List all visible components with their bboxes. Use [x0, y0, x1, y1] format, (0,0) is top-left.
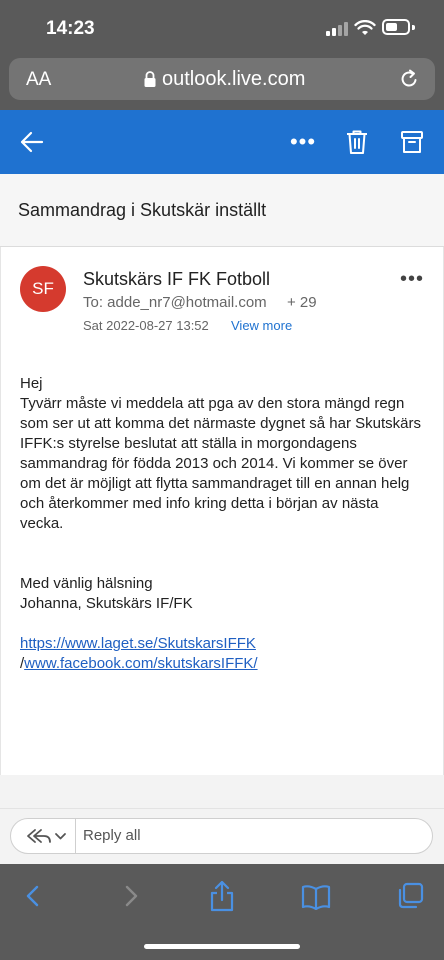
email-subject: Sammandrag i Skutskär inställt	[18, 200, 267, 220]
reply-all-label[interactable]: Reply all	[83, 827, 141, 844]
email-body: Hej Tyvärr måste vi meddela att pga av d…	[20, 374, 425, 674]
laget-link[interactable]: https://www.laget.se/SkutskarsIFFK	[20, 635, 256, 652]
browser-forward-icon[interactable]	[118, 884, 142, 908]
sender-avatar[interactable]: SF	[20, 266, 66, 312]
bookmarks-icon[interactable]	[301, 884, 331, 910]
reply-all-field[interactable]	[10, 818, 433, 854]
message-more-button[interactable]: •••	[400, 268, 424, 291]
status-time: 14:23	[46, 18, 95, 39]
text-size-button[interactable]: AA	[26, 69, 51, 91]
lock-icon	[144, 71, 156, 87]
cellular-signal-icon	[326, 22, 348, 36]
delete-icon[interactable]	[345, 129, 369, 155]
body-signature: Johanna, Skutskärs IF/FK	[20, 595, 193, 612]
reload-icon[interactable]	[398, 68, 420, 90]
view-more-link[interactable]: View more	[231, 318, 292, 333]
sender-name[interactable]: Skutskärs IF FK Fotboll	[83, 269, 270, 290]
reply-all-icon[interactable]	[22, 826, 70, 846]
body-closing: Med vänlig hälsning	[20, 575, 153, 592]
extra-recipients-count[interactable]: + 29	[287, 294, 317, 311]
tabs-icon[interactable]	[396, 882, 424, 910]
battery-icon	[382, 19, 410, 35]
reply-divider	[75, 819, 76, 853]
recipient-line: To: adde_nr7@hotmail.com	[83, 294, 267, 311]
wifi-icon	[354, 20, 376, 35]
email-date: Sat 2022-08-27 13:52	[83, 318, 209, 333]
share-icon[interactable]	[208, 880, 236, 912]
body-greeting: Hej	[20, 375, 43, 392]
back-arrow-icon[interactable]	[18, 128, 46, 156]
mail-toolbar	[0, 110, 444, 174]
browser-back-icon[interactable]	[22, 884, 46, 908]
home-indicator[interactable]	[144, 944, 300, 949]
more-options-button[interactable]: •••	[288, 128, 318, 156]
battery-tip	[412, 25, 415, 30]
archive-icon[interactable]	[400, 129, 424, 155]
body-paragraph: Tyvärr måste vi meddela att pga av den s…	[20, 395, 422, 532]
url-text[interactable]: outlook.live.com	[162, 68, 305, 91]
facebook-link[interactable]: www.facebook.com/skutskarsIFFK/	[24, 655, 257, 672]
